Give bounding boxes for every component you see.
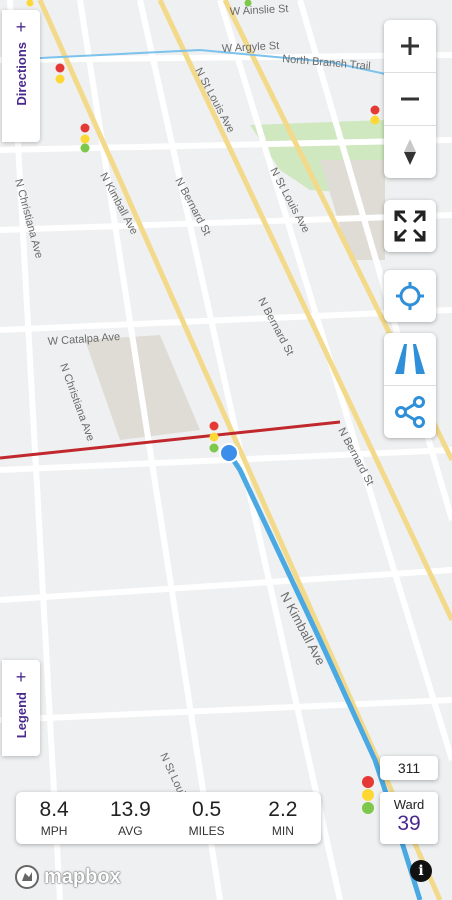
locate-button[interactable] (384, 270, 436, 322)
stat-unit: MILES (188, 824, 225, 838)
ward-label: Ward (393, 797, 425, 812)
zoom-controls (384, 20, 436, 178)
ward-badge[interactable]: Ward 39 (380, 792, 438, 844)
mapbox-icon (15, 865, 39, 889)
zoom-out-button[interactable] (384, 72, 436, 125)
stat-value: 8.4 (39, 798, 69, 821)
trip-stats-panel: 8.4 MPH 13.9 AVG 0.5 MILES 2.2 MIN (16, 792, 321, 844)
route-tools (384, 333, 436, 438)
stat-value: 0.5 (192, 798, 222, 821)
stat-value: 2.2 (268, 798, 298, 821)
311-button[interactable]: 311 (380, 756, 438, 780)
fullscreen-icon (394, 210, 426, 242)
fullscreen-button[interactable] (384, 200, 436, 252)
stat-unit: MPH (40, 824, 68, 838)
compass-button[interactable] (384, 125, 436, 178)
directions-tab[interactable]: + Directions (2, 10, 40, 142)
ward-number: 39 (397, 812, 421, 835)
mapbox-logo[interactable]: mapbox (14, 864, 121, 890)
lanes-button[interactable] (384, 333, 436, 385)
compass-icon (404, 139, 416, 165)
plus-icon: + (15, 17, 27, 37)
traffic-signal-icon (209, 421, 219, 453)
share-icon (395, 396, 425, 428)
stat-unit: MIN (271, 824, 294, 838)
info-icon[interactable]: i (410, 860, 432, 882)
stat-miles: 0.5 MILES (169, 792, 245, 844)
current-location-marker (219, 443, 239, 463)
mapbox-wordmark: mapbox (44, 865, 121, 888)
plus-icon (401, 37, 419, 55)
legend-label: Legend (13, 692, 29, 739)
stat-unit: AVG (118, 824, 143, 838)
directions-label: Directions (13, 42, 29, 106)
traffic-signal-icon (362, 776, 374, 814)
lanes-icon (395, 344, 425, 374)
legend-tab[interactable]: + Legend (2, 660, 40, 756)
locate-icon (396, 282, 424, 310)
stat-minutes: 2.2 MIN (245, 792, 321, 844)
share-button[interactable] (384, 385, 436, 438)
traffic-signal-icon (80, 123, 90, 153)
stat-avg: 13.9 AVG (92, 792, 168, 844)
minus-icon (401, 97, 419, 101)
stat-value: 13.9 (109, 798, 151, 821)
plus-icon: + (15, 667, 27, 687)
stat-speed: 8.4 MPH (16, 792, 92, 844)
zoom-in-button[interactable] (384, 20, 436, 72)
